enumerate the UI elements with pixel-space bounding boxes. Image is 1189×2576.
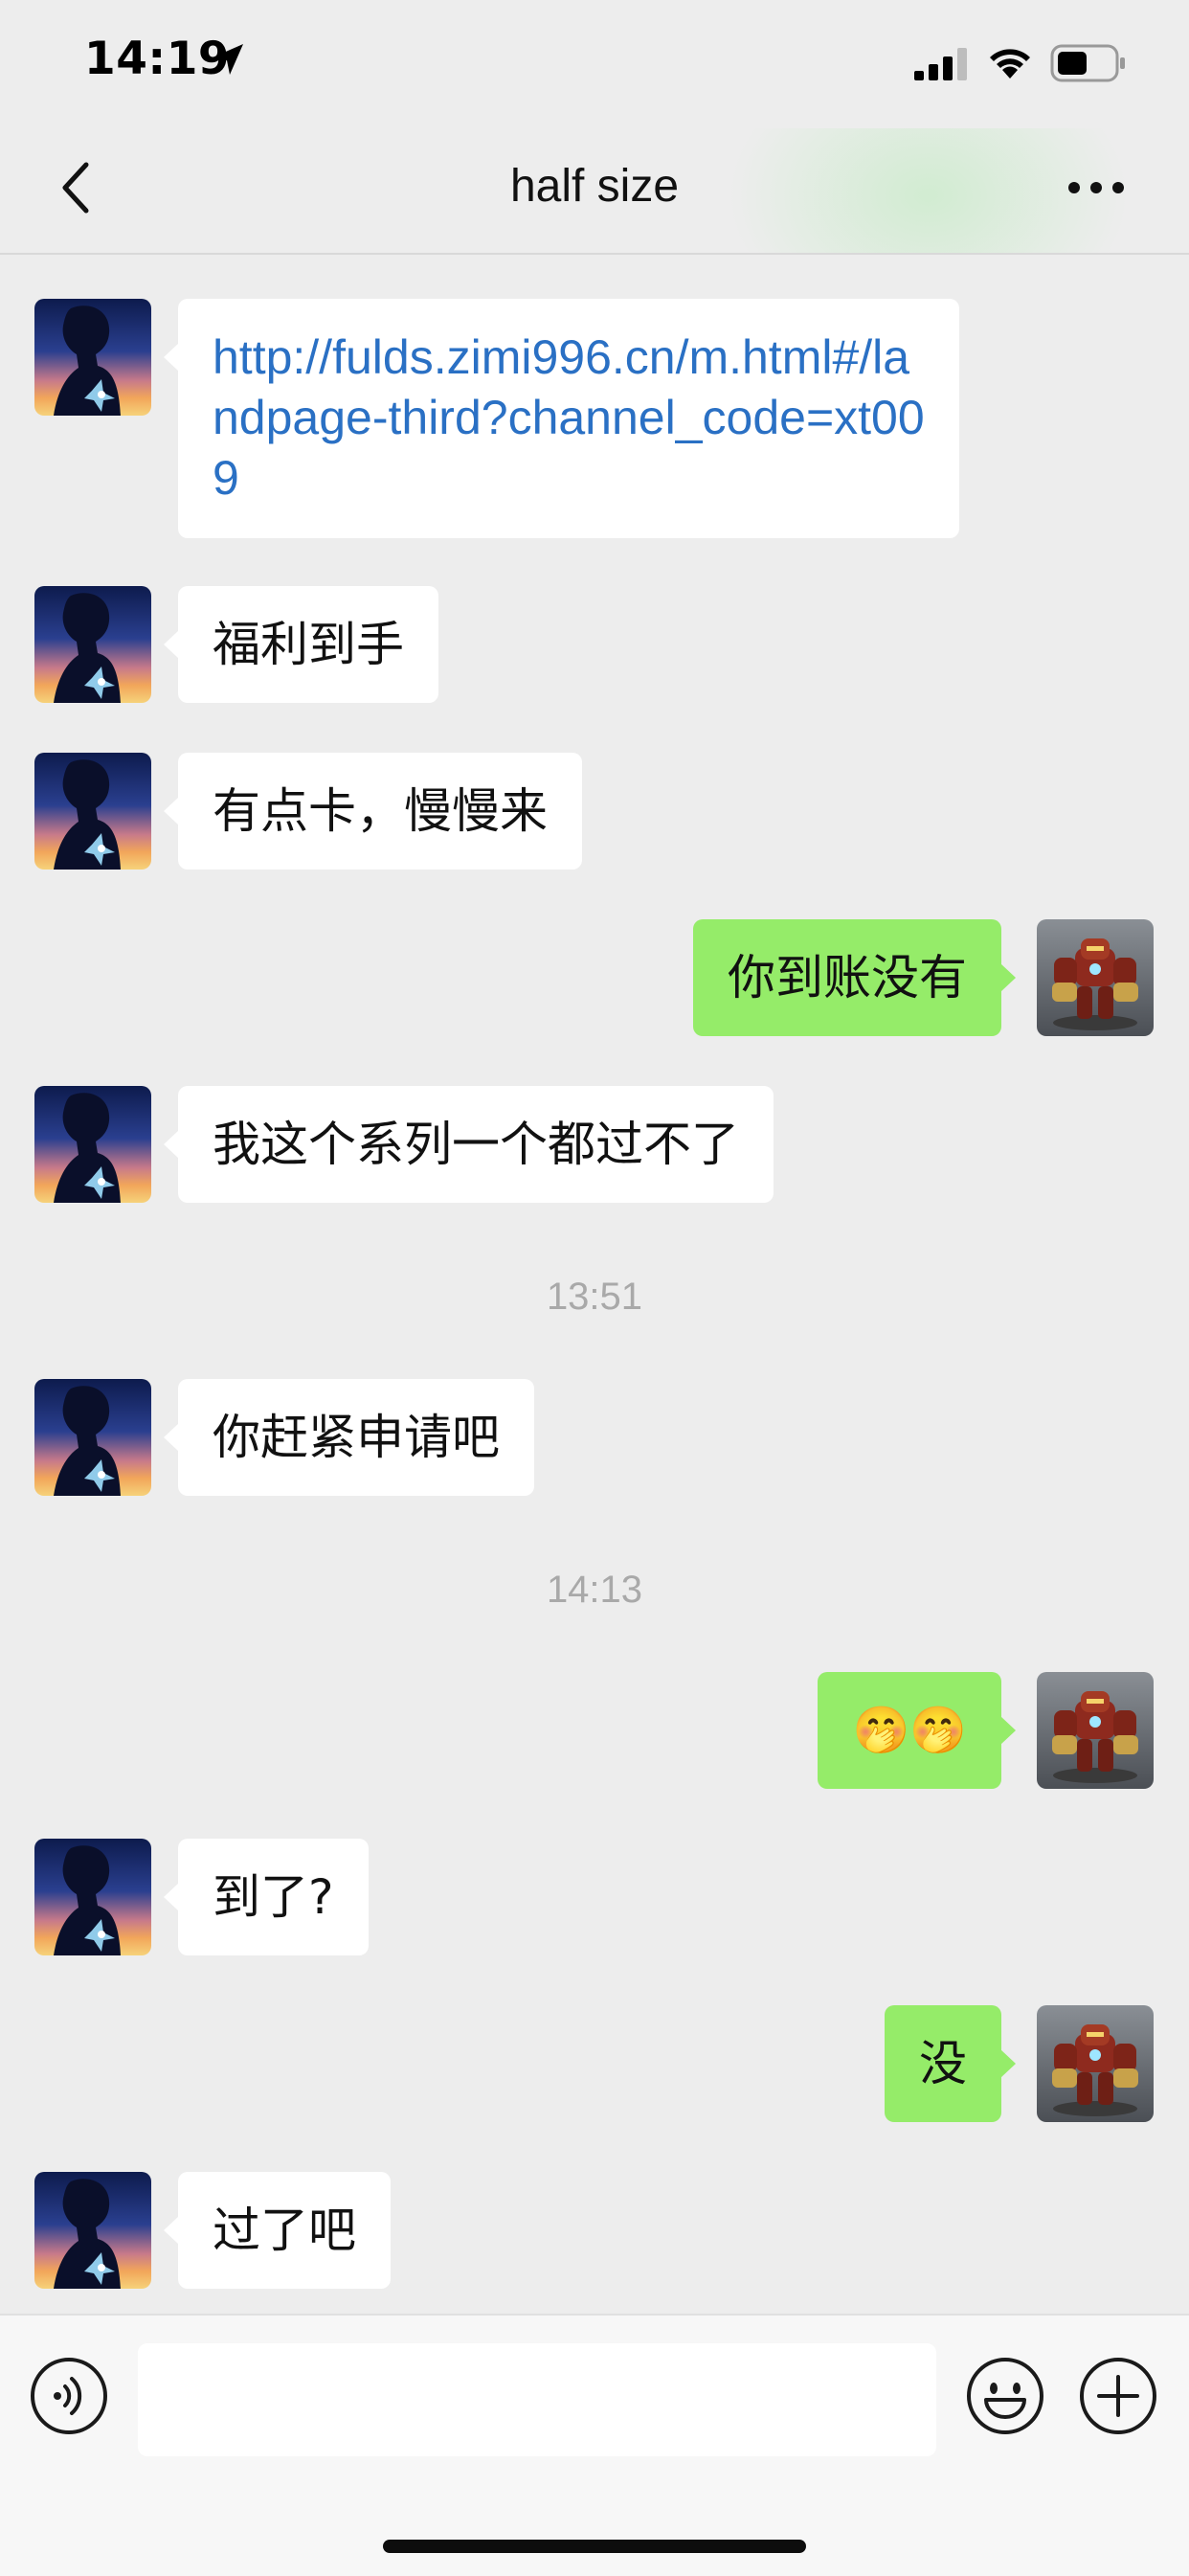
user-avatar[interactable] xyxy=(1037,1672,1154,1789)
message-bubble[interactable]: 过了吧 xyxy=(164,2172,391,2289)
home-indicator[interactable] xyxy=(383,2540,806,2553)
contact-avatar[interactable] xyxy=(34,1086,151,1203)
message-bubble[interactable]: http://fulds.zimi996.cn/m.html#/landpage… xyxy=(164,299,959,538)
more-icon[interactable] xyxy=(1058,157,1134,218)
contact-avatar[interactable] xyxy=(34,1839,151,1955)
contact-avatar[interactable] xyxy=(34,586,151,703)
nav-bar: half size xyxy=(0,128,1189,255)
location-arrow-icon xyxy=(213,44,243,75)
contact-avatar[interactable] xyxy=(34,1379,151,1496)
contact-avatar[interactable] xyxy=(34,2172,151,2289)
user-avatar[interactable] xyxy=(1037,919,1154,1036)
user-avatar[interactable] xyxy=(1037,2005,1154,2122)
message-link[interactable]: http://fulds.zimi996.cn/m.html#/landpage… xyxy=(213,330,925,505)
message-bubble[interactable]: 到了? xyxy=(164,1839,369,1955)
message-bubble[interactable]: 你到账没有 xyxy=(693,919,1016,1036)
plus-icon[interactable] xyxy=(1078,2356,1158,2436)
emoji-icon[interactable] xyxy=(965,2356,1045,2436)
contact-avatar[interactable] xyxy=(34,299,151,416)
status-bar: 14:19 xyxy=(0,0,1189,128)
message-bubble-emoji[interactable]: 🤭🤭 xyxy=(818,1672,1016,1789)
voice-icon[interactable] xyxy=(29,2356,109,2436)
message-bubble[interactable]: 我这个系列一个都过不了 xyxy=(164,1086,774,1203)
chat-title: half size xyxy=(509,161,680,212)
wifi-icon xyxy=(990,49,1030,79)
input-bar xyxy=(0,2314,1189,2576)
message-bubble[interactable]: 你赶紧申请吧 xyxy=(164,1379,534,1496)
message-input[interactable] xyxy=(138,2343,936,2456)
message-bubble[interactable]: 有点卡，慢慢来 xyxy=(164,753,582,870)
contact-avatar[interactable] xyxy=(34,753,151,870)
status-time: 14:19 xyxy=(84,33,231,85)
timestamp: 14:13 xyxy=(546,1569,643,1611)
message-bubble[interactable]: 没 xyxy=(885,2005,1016,2122)
signal-icon xyxy=(914,48,967,80)
message-bubble[interactable]: 福利到手 xyxy=(164,586,438,703)
chat-messages[interactable]: http://fulds.zimi996.cn/m.html#/landpage… xyxy=(0,255,1189,2314)
battery-icon xyxy=(1050,44,1125,82)
timestamp: 13:51 xyxy=(546,1276,643,1318)
